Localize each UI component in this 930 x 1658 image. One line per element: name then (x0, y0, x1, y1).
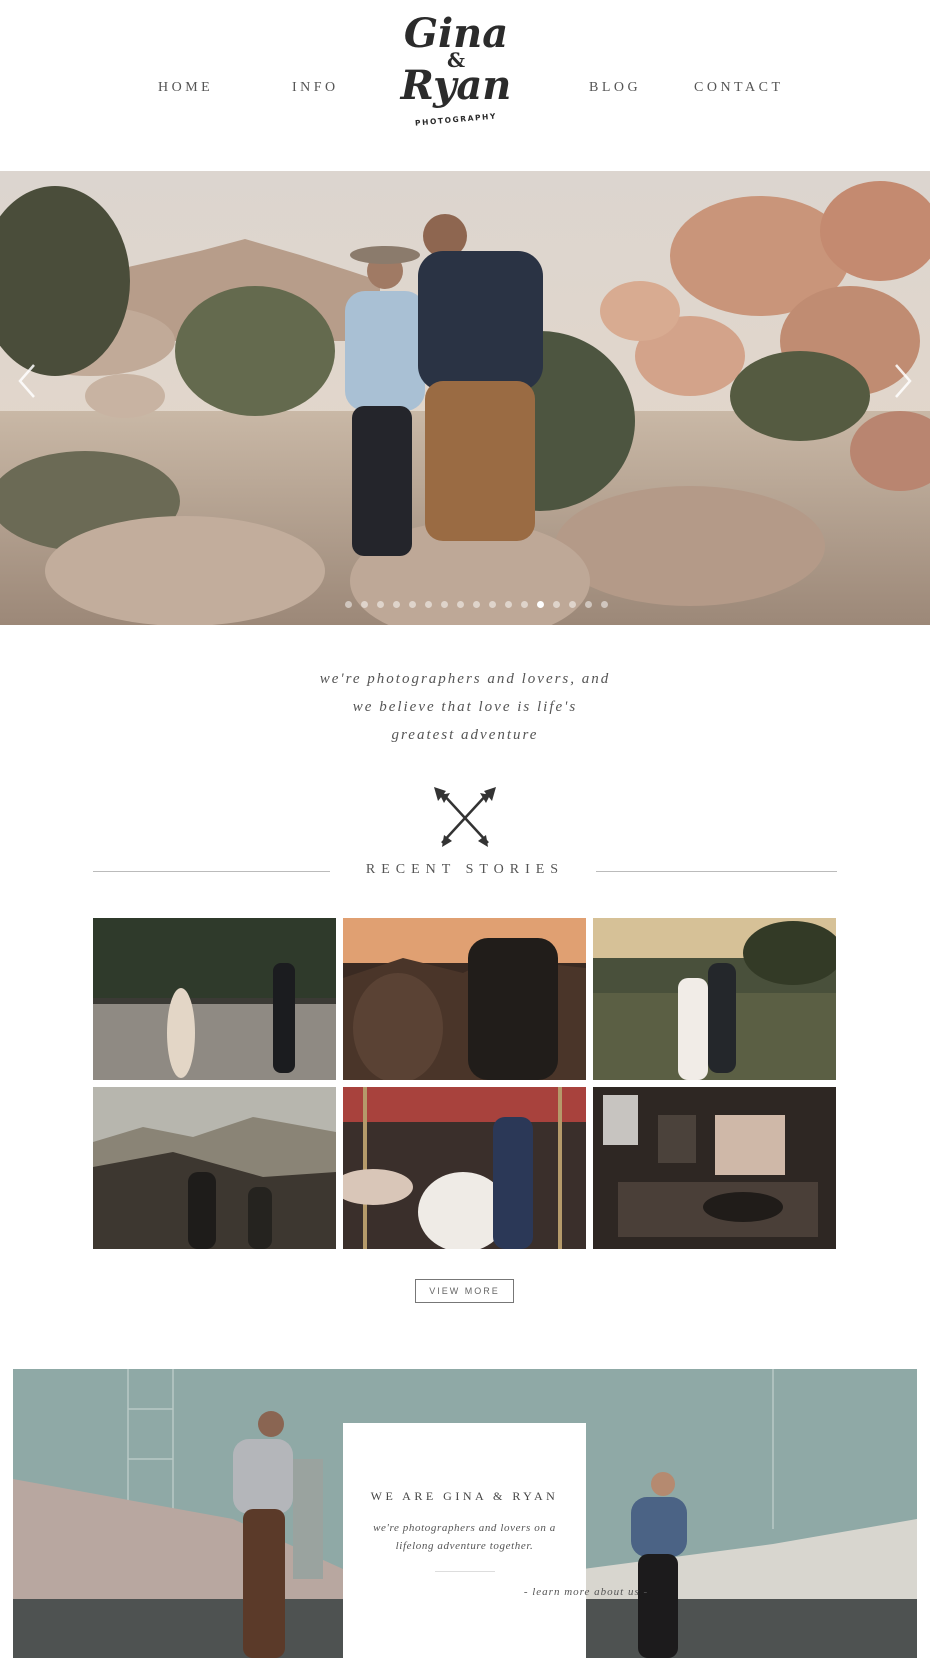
slider-dot[interactable] (345, 601, 352, 608)
story-image (593, 1087, 836, 1249)
tagline-line-1: we're photographers and lovers, and (319, 671, 611, 687)
story-thumb-6[interactable] (593, 1087, 836, 1249)
slider-next-arrow[interactable] (892, 361, 914, 401)
story-image (93, 1087, 336, 1249)
hero-image (0, 171, 930, 625)
view-more-button[interactable]: VIEW MORE (415, 1279, 514, 1303)
slider-dot[interactable] (377, 601, 384, 608)
story-image (343, 1087, 586, 1249)
slider-dot[interactable] (585, 601, 592, 608)
crossed-arrows-icon (434, 787, 496, 847)
slider-dot[interactable] (457, 601, 464, 608)
nav-home[interactable]: HOME (158, 80, 213, 96)
chevron-left-icon (18, 364, 35, 398)
chevron-right-icon (895, 364, 912, 398)
tagline-line-2: we believe that love is life's (352, 699, 578, 715)
slider-dot[interactable] (409, 601, 416, 608)
story-image (343, 918, 586, 1080)
slider-dots (0, 601, 930, 611)
slider-dot[interactable] (505, 601, 512, 608)
story-thumb-4[interactable] (93, 1087, 336, 1249)
site-logo[interactable]: Gina & Ryan PHOTOGRAPHY (400, 14, 512, 132)
logo-text-ryan: Ryan (400, 62, 512, 109)
logo-subtitle: PHOTOGRAPHY (414, 111, 498, 128)
slider-dot[interactable] (361, 601, 368, 608)
about-title: WE ARE GINA & RYAN (370, 1489, 559, 1503)
slider-dot[interactable] (553, 601, 560, 608)
tagline-line-3: greatest adventure (391, 727, 539, 743)
nav-blog[interactable]: BLOG (589, 80, 641, 96)
nav-info[interactable]: INFO (292, 80, 339, 96)
story-thumb-5[interactable] (343, 1087, 586, 1249)
slider-prev-arrow[interactable] (16, 361, 38, 401)
about-divider (435, 1571, 495, 1572)
hero-slider[interactable] (0, 171, 930, 625)
story-image (593, 918, 836, 1080)
slider-dot[interactable] (441, 601, 448, 608)
about-card: WE ARE GINA & RYAN we're photographers a… (343, 1423, 647, 1658)
slider-dot[interactable] (489, 601, 496, 608)
story-thumb-2[interactable] (343, 918, 586, 1080)
tagline: we're photographers and lovers, and we b… (0, 665, 930, 749)
story-image (93, 918, 336, 1080)
nav-contact[interactable]: CONTACT (694, 80, 784, 96)
slider-dot[interactable] (569, 601, 576, 608)
slider-dot[interactable] (537, 601, 544, 608)
story-thumb-3[interactable] (593, 918, 836, 1080)
slider-dot[interactable] (393, 601, 400, 608)
slider-dot[interactable] (601, 601, 608, 608)
learn-more-link[interactable]: - learn more about us - (465, 1586, 708, 1598)
story-thumb-1[interactable] (93, 918, 336, 1080)
heading-rule-right (596, 871, 837, 872)
about-description: we're photographers and lovers on a life… (373, 1522, 556, 1552)
slider-dot[interactable] (425, 601, 432, 608)
slider-dot[interactable] (473, 601, 480, 608)
slider-dot[interactable] (521, 601, 528, 608)
recent-stories-title: RECENT STORIES (365, 862, 565, 877)
